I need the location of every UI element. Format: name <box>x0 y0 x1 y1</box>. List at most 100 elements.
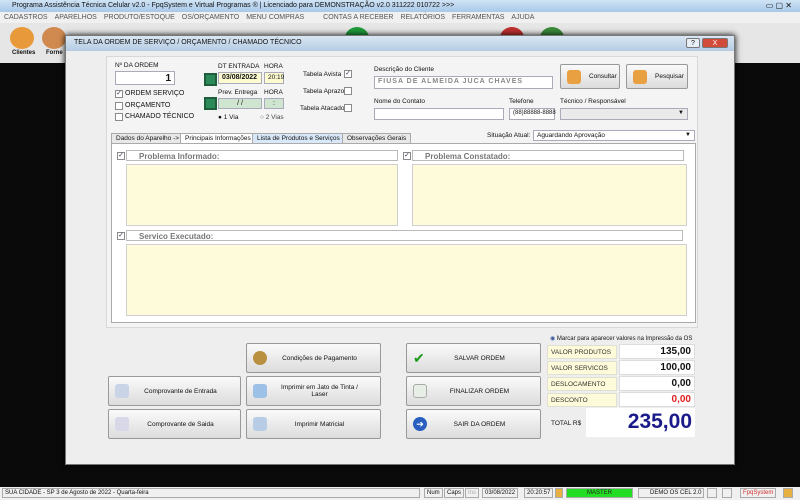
tabela-aprazo-label: Tabela Aprazo <box>303 88 345 95</box>
comprovante-saida-button[interactable]: Comprovante de Saida <box>108 409 241 439</box>
tab-principais-informacoes[interactable]: Principais Informações -> <box>180 133 264 143</box>
tab-observacoes[interactable]: Observações Gerais <box>342 133 412 143</box>
sair-ordem-button[interactable]: ➔ SAIR DA ORDEM <box>406 409 541 439</box>
hora-prev-label: HORA <box>264 89 283 96</box>
calendar-icon-2[interactable] <box>204 97 217 110</box>
status-brand: FpqSystem <box>740 488 777 498</box>
menu-cadastros[interactable]: CADASTROS <box>4 14 48 21</box>
printer-icon <box>253 384 267 398</box>
document-exit-icon <box>115 417 129 431</box>
menu-ferramentas[interactable]: FERRAMENTAS <box>452 14 504 21</box>
finalizar-ordem-button[interactable]: FINALIZAR ORDEM <box>406 376 541 406</box>
status-user: MASTER <box>566 488 633 498</box>
clientes-icon[interactable] <box>10 27 34 49</box>
problema-constatado-textarea[interactable] <box>412 164 687 226</box>
status-time: 20:20:57 <box>524 488 554 498</box>
printer-status-icon[interactable] <box>707 488 717 498</box>
chevron-down-icon: ▼ <box>685 132 691 138</box>
menu-relatorios[interactable]: RELATÓRIOS <box>400 14 445 21</box>
situacao-select[interactable]: Aguardando Aprovação ▼ <box>533 130 695 141</box>
order-number-label: Nº DA ORDEM <box>115 62 159 69</box>
valor-produtos-label: VALOR PRODUTOS <box>547 345 617 359</box>
telefone-label: Telefone <box>509 98 534 105</box>
dt-entrada-field[interactable]: 03/08/2022 <box>218 72 262 84</box>
dialog-title-bar: TELA DA ORDEM DE SERVIÇO / ORÇAMENTO / C… <box>66 36 734 51</box>
servico-executado-checkbox[interactable]: ✓ <box>117 232 125 240</box>
comprovante-entrada-button[interactable]: Comprovante de Entrada <box>108 376 241 406</box>
orcamento-label: ORÇAMENTO <box>125 102 171 109</box>
condicoes-pagamento-button[interactable]: Condições de Pagamento <box>246 343 381 373</box>
fornecedores-icon[interactable] <box>42 27 66 49</box>
help-button[interactable]: ? <box>686 38 700 48</box>
problema-informado-textarea[interactable] <box>126 164 398 226</box>
menu-contas[interactable]: CONTAS A RECEBER <box>323 14 393 21</box>
ordem-servico-label: ORDEM SERVIÇO <box>125 90 185 97</box>
problema-informado-checkbox[interactable]: ✓ <box>117 152 125 160</box>
telefone-field[interactable]: (88)88888-8888 <box>509 108 556 120</box>
desconto-label: DESCONTO <box>547 393 617 407</box>
desconto-value[interactable]: 0,00 <box>619 392 695 407</box>
marcar-radio[interactable]: ◉ Marcar para aparecer valores na Impres… <box>550 335 692 342</box>
via-2-radio[interactable]: ○ 2 Vias <box>260 114 284 121</box>
total-label: TOTAL R$ <box>551 420 582 427</box>
menu-ajuda[interactable]: AJUDA <box>511 14 534 21</box>
radio-icon: ◉ <box>550 336 556 342</box>
tecnico-select[interactable]: ▼ <box>560 108 688 120</box>
total-value: 235,00 <box>586 408 695 437</box>
status-ins: Ins <box>465 488 480 498</box>
prev-entrega-field[interactable]: / / <box>218 98 262 109</box>
sair-ordem-label: SAIR DA ORDEM <box>453 420 506 428</box>
order-number-field[interactable]: 1 <box>115 71 175 85</box>
condicoes-pagamento-label: Condições de Pagamento <box>282 354 357 362</box>
menu-os[interactable]: OS/ORÇAMENTO <box>182 14 239 21</box>
pesquisar-label: Pesquisar <box>655 73 684 80</box>
cliente-field[interactable]: FIUSA DE ALMEIDA JUCA CHAVES <box>374 76 553 89</box>
menu-produto[interactable]: PRODUTO/ESTOQUE <box>104 14 175 21</box>
tab-lista-produtos[interactable]: Lista de Produtos e Serviços -> <box>252 133 353 143</box>
via-1-radio[interactable]: ● 1 Via <box>218 114 238 121</box>
contato-field[interactable] <box>374 108 504 120</box>
hora-entrada-field[interactable]: 20:19 <box>264 72 284 84</box>
tabela-aprazo-checkbox[interactable] <box>344 87 352 95</box>
tecnico-label: Técnico / Responsável <box>560 98 626 105</box>
status-bar: SUA CIDADE - SP 3 de Agosto de 2022 - Qu… <box>0 487 800 500</box>
chevron-down-icon: ▼ <box>678 110 684 116</box>
menu-aparelhos[interactable]: APARELHOS <box>55 14 97 21</box>
app-title: Programa Assistência Técnica Celular v2.… <box>12 2 455 9</box>
user-icon <box>555 488 563 498</box>
tabela-atacado-checkbox[interactable] <box>344 104 352 112</box>
imprimir-matricial-label: Imprimir Matricial <box>294 420 345 428</box>
consultar-button[interactable]: Consultar <box>560 64 620 89</box>
hora-prev-field[interactable]: : <box>264 98 284 109</box>
problema-constatado-checkbox[interactable]: ✓ <box>403 152 411 160</box>
tab-dados-aparelho[interactable]: Dados do Aparelho -> <box>111 133 185 143</box>
chamado-tecnico-label: CHAMADO TÉCNICO <box>125 113 195 120</box>
menu-bar: CADASTROS APARELHOS PRODUTO/ESTOQUE OS/ORÇA… <box>0 12 800 23</box>
pesquisar-button[interactable]: Pesquisar <box>626 64 688 89</box>
deslocamento-value[interactable]: 0,00 <box>619 376 695 391</box>
menu-compras[interactable]: MENU COMPRAS <box>246 14 304 21</box>
situacao-value: Aguardando Aprovação <box>537 132 605 139</box>
dialog-title: TELA DA ORDEM DE SERVIÇO / ORÇAMENTO / C… <box>74 39 302 46</box>
toolbar-clientes-label[interactable]: Clientes <box>12 50 35 56</box>
chamado-tecnico-checkbox[interactable] <box>115 113 123 121</box>
imprimir-matricial-button[interactable]: Imprimir Matricial <box>246 409 381 439</box>
tabela-avista-checkbox[interactable]: ✓ <box>344 70 352 78</box>
close-button[interactable]: X <box>702 38 728 48</box>
servico-executado-textarea[interactable] <box>126 244 687 316</box>
window-controls[interactable]: ▭ ▢ ✕ <box>766 1 792 10</box>
toolbar-fornecedores-label[interactable]: Forne <box>46 50 63 56</box>
imprimir-jato-button[interactable]: Imprimir em Jato de Tinta / Laser <box>246 376 381 406</box>
tabela-avista-label: Tabela Avista <box>303 71 342 78</box>
calendar-icon[interactable] <box>204 73 217 86</box>
status-version-text: DEMO OS CEL 2.0 <box>650 490 702 496</box>
ordem-servico-checkbox[interactable]: ✓ <box>115 90 123 98</box>
marcar-label: Marcar para aparecer valores na Impressã… <box>556 336 693 342</box>
document-check-icon <box>413 384 427 398</box>
monitor-status-icon[interactable] <box>722 488 732 498</box>
imprimir-jato-label: Imprimir em Jato de Tinta / Laser <box>281 384 358 398</box>
salvar-ordem-label: SALVAR ORDEM <box>454 354 505 362</box>
comprovante-entrada-label: Comprovante de Entrada <box>144 387 217 395</box>
salvar-ordem-button[interactable]: ✔ SALVAR ORDEM <box>406 343 541 373</box>
orcamento-checkbox[interactable] <box>115 102 123 110</box>
